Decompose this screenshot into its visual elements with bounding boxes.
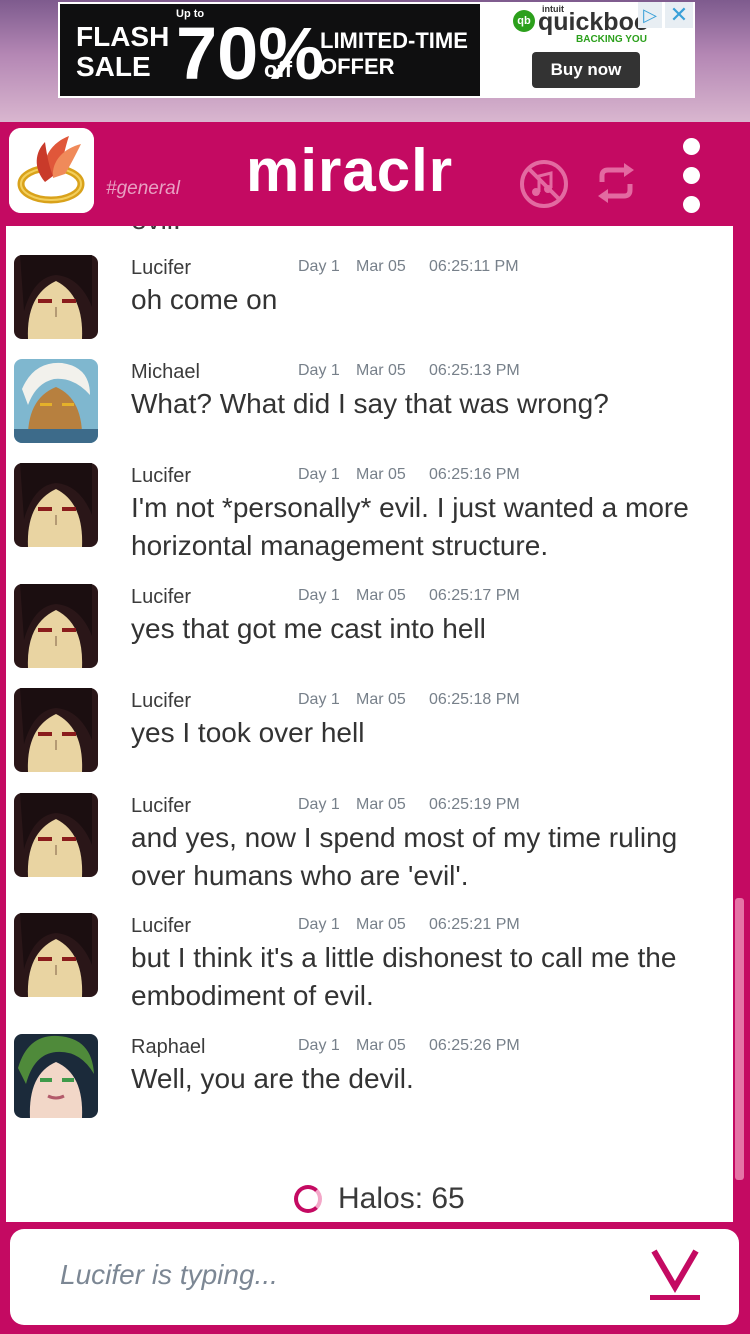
halos-counter: Halos: 65 <box>294 1182 465 1216</box>
ad-close-icon[interactable]: ✕ <box>665 2 693 28</box>
message-day: Day 1 <box>298 587 340 604</box>
typing-indicator: Lucifer is typing... <box>60 1259 278 1290</box>
ad-percent: 70% <box>176 12 325 95</box>
message-date: Mar 05 <box>356 1037 406 1054</box>
message-text: yes that got me cast into hell <box>131 613 486 644</box>
message-date: Mar 05 <box>356 466 406 483</box>
app-title: miraclr <box>246 137 454 204</box>
ad-limited-offer: LIMITED-TIME OFFER <box>320 28 468 79</box>
ad-brand-name: quickboo <box>538 8 650 36</box>
message-username[interactable]: Lucifer <box>131 795 191 818</box>
message-day: Day 1 <box>298 466 340 483</box>
message-day: Day 1 <box>298 258 340 275</box>
message-day: Day 1 <box>298 691 340 708</box>
chat-scrollbar[interactable] <box>735 898 744 1180</box>
message-username[interactable]: Lucifer <box>131 915 191 938</box>
message-time: 06:25:19 PM <box>429 796 520 813</box>
ad-tagline: BACKING YOU <box>576 34 647 45</box>
sync-icon[interactable] <box>592 160 640 211</box>
avatar-lucifer[interactable] <box>14 913 98 997</box>
message-username[interactable]: Lucifer <box>131 465 191 488</box>
message-time: 06:25:16 PM <box>429 466 520 483</box>
send-icon[interactable] <box>650 1247 700 1303</box>
message-text: and yes, now I spend most of my time rul… <box>131 822 678 891</box>
message-username[interactable]: Lucifer <box>131 586 191 609</box>
message-text: oh come on <box>131 284 278 315</box>
avatar-lucifer[interactable] <box>14 793 98 877</box>
no-music-icon[interactable] <box>518 158 570 215</box>
message-text: yes I took over hell <box>131 717 365 748</box>
message-day: Day 1 <box>298 362 340 379</box>
message-time: 06:25:13 PM <box>429 362 520 379</box>
message-text: but I think it's a little dishonest to c… <box>131 942 677 1011</box>
ad-buy-now-button[interactable]: Buy now <box>532 52 640 88</box>
app-header: #general miraclr <box>0 122 750 226</box>
message-username[interactable]: Lucifer <box>131 690 191 713</box>
message-day: Day 1 <box>298 916 340 933</box>
message-date: Mar 05 <box>356 916 406 933</box>
message-date: Mar 05 <box>356 691 406 708</box>
message-username[interactable]: Raphael <box>131 1036 206 1059</box>
message-username[interactable]: Michael <box>131 361 200 384</box>
message-date: Mar 05 <box>356 362 406 379</box>
message-text: Well, you are the devil. <box>131 1063 414 1094</box>
message-time: 06:25:11 PM <box>429 258 519 275</box>
message-date: Mar 05 <box>356 258 406 275</box>
message-input-bar[interactable]: Lucifer is typing... <box>10 1229 739 1325</box>
avatar-michael[interactable] <box>14 359 98 443</box>
ad-banner[interactable]: FLASH SALE Up to 70% off LIMITED-TIME OF… <box>58 2 695 98</box>
halo-icon <box>294 1185 322 1213</box>
message-text: What? What did I say that was wrong? <box>131 388 609 419</box>
avatar-lucifer[interactable] <box>14 688 98 772</box>
halos-label: Halos: 65 <box>338 1182 465 1215</box>
message-date: Mar 05 <box>356 796 406 813</box>
message-day: Day 1 <box>298 1037 340 1054</box>
adchoices-icon[interactable]: ▷ <box>638 2 662 28</box>
message-text: I'm not *personally* evil. I just wanted… <box>131 492 689 561</box>
message-day: Day 1 <box>298 796 340 813</box>
message-time: 06:25:21 PM <box>429 916 520 933</box>
quickbooks-logo-icon: qb <box>513 10 535 32</box>
ad-brand-panel[interactable]: qb intuit quickboo BACKING YOU Buy now <box>480 2 695 98</box>
menu-dots-icon[interactable] <box>676 138 706 214</box>
avatar-lucifer[interactable] <box>14 463 98 547</box>
avatar-raphael[interactable] <box>14 1034 98 1118</box>
chat-panel[interactable]: evil. Lucifer Day 1 Mar 05 06:25:11 PM o… <box>6 226 733 1222</box>
message-time: 06:25:26 PM <box>429 1037 520 1054</box>
ad-off: off <box>264 57 293 82</box>
channel-name[interactable]: #general <box>106 178 180 200</box>
message-time: 06:25:17 PM <box>429 587 520 604</box>
cut-off-message-text: evil. <box>131 226 181 236</box>
message-username[interactable]: Lucifer <box>131 257 191 280</box>
app-logo[interactable] <box>9 128 94 213</box>
avatar-lucifer[interactable] <box>14 255 98 339</box>
avatar-lucifer[interactable] <box>14 584 98 668</box>
ad-flash-sale: FLASH SALE <box>76 21 170 82</box>
message-date: Mar 05 <box>356 587 406 604</box>
message-time: 06:25:18 PM <box>429 691 520 708</box>
